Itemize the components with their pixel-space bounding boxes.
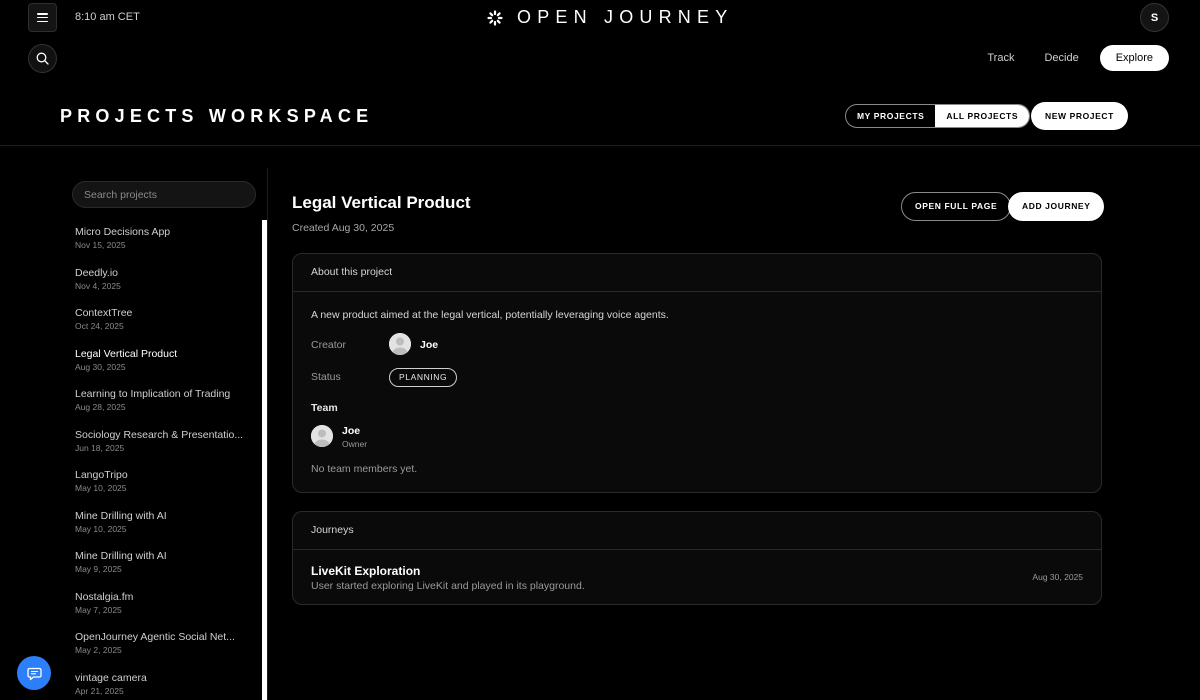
project-date: Nov 15, 2025 bbox=[75, 240, 126, 250]
project-name: Sociology Research & Presentatio... bbox=[75, 428, 244, 441]
add-journey-button[interactable]: ADD JOURNEY bbox=[1008, 192, 1105, 221]
journeys-card-heading: Journeys bbox=[293, 512, 1101, 550]
project-list-item[interactable]: Mine Drilling with AI May 10, 2025 bbox=[75, 510, 255, 551]
project-name: ContextTree bbox=[75, 307, 133, 319]
user-silhouette-icon bbox=[311, 425, 333, 447]
user-avatar-button[interactable]: S bbox=[1140, 3, 1169, 32]
team-label: Team bbox=[311, 402, 338, 414]
creator-label: Creator bbox=[311, 339, 347, 351]
project-filter-toggle: MY PROJECTS ALL PROJECTS bbox=[845, 104, 1031, 128]
journeys-card: Journeys LiveKit Exploration User starte… bbox=[292, 511, 1102, 605]
project-date: Aug 28, 2025 bbox=[75, 402, 126, 412]
project-date: May 7, 2025 bbox=[75, 604, 122, 615]
project-list-item[interactable]: Mine Drilling with AI May 9, 2025 bbox=[75, 550, 255, 591]
chat-bubble-icon bbox=[26, 667, 42, 680]
project-date: Aug 30, 2025 bbox=[75, 361, 126, 372]
about-card-heading: About this project bbox=[293, 254, 1101, 292]
project-list-item[interactable]: Micro Decisions App Nov 15, 2025 bbox=[75, 226, 255, 267]
user-silhouette-icon bbox=[389, 333, 411, 355]
page-title: PROJECTS WORKSPACE bbox=[60, 106, 374, 126]
nav-track[interactable]: Track bbox=[972, 45, 1029, 71]
chat-button[interactable] bbox=[17, 656, 51, 690]
menu-button[interactable] bbox=[28, 3, 57, 32]
journey-title: LiveKit Exploration bbox=[311, 564, 421, 578]
team-member-avatar bbox=[311, 425, 333, 447]
status-badge: PLANNING bbox=[389, 368, 458, 387]
header-divider bbox=[0, 145, 1200, 146]
project-name: OpenJourney Agentic Social Net... bbox=[75, 631, 235, 643]
team-member-role: Owner bbox=[342, 439, 368, 449]
project-list-item[interactable]: vintage camera Apr 21, 2025 bbox=[75, 672, 255, 700]
brand-logo[interactable]: OPEN JOURNEY bbox=[487, 7, 733, 28]
project-list: Micro Decisions App Nov 15, 2025 Deedly.… bbox=[75, 226, 255, 700]
project-date: Nov 4, 2025 bbox=[75, 280, 121, 291]
project-list-item[interactable]: ContextTree Oct 24, 2025 bbox=[75, 307, 255, 348]
about-project-card: About this project A new product aimed a… bbox=[292, 253, 1102, 493]
project-date: Oct 24, 2025 bbox=[75, 321, 124, 331]
project-description: A new product aimed at the legal vertica… bbox=[311, 309, 669, 321]
sun-burst-icon bbox=[487, 9, 503, 26]
project-name: Deedly.io bbox=[75, 266, 118, 279]
project-date: May 10, 2025 bbox=[75, 523, 127, 534]
project-date: May 2, 2025 bbox=[75, 645, 122, 655]
journey-description: User started exploring LiveKit and playe… bbox=[311, 580, 585, 592]
clock-text: 8:10 am CET bbox=[75, 11, 140, 23]
search-button[interactable] bbox=[28, 44, 57, 73]
project-list-item-active[interactable]: Legal Vertical Product Aug 30, 2025 bbox=[75, 348, 255, 389]
project-name: LangoTripo bbox=[75, 469, 128, 481]
project-name: vintage camera bbox=[75, 671, 147, 684]
project-date: May 10, 2025 bbox=[75, 483, 127, 493]
brand-name: OPEN JOURNEY bbox=[517, 7, 734, 27]
project-list-item[interactable]: Learning to Implication of Trading Aug 2… bbox=[75, 388, 255, 429]
tab-my-projects[interactable]: MY PROJECTS bbox=[846, 105, 935, 127]
search-icon bbox=[36, 52, 49, 65]
project-search-input[interactable] bbox=[72, 181, 256, 208]
project-date: Apr 21, 2025 bbox=[75, 685, 124, 696]
creator-avatar bbox=[389, 333, 411, 355]
open-full-page-button[interactable]: OPEN FULL PAGE bbox=[901, 192, 1012, 221]
project-created-date: Created Aug 30, 2025 bbox=[292, 222, 395, 234]
new-project-button[interactable]: NEW PROJECT bbox=[1031, 102, 1128, 130]
team-member-name: Joe bbox=[342, 425, 361, 437]
sidebar-divider bbox=[267, 168, 268, 700]
top-nav: Track Decide Explore bbox=[972, 45, 1169, 71]
tab-all-projects[interactable]: ALL PROJECTS bbox=[935, 105, 1030, 127]
project-list-item[interactable]: Deedly.io Nov 4, 2025 bbox=[75, 267, 255, 308]
no-team-message: No team members yet. bbox=[311, 463, 418, 475]
project-title: Legal Vertical Product bbox=[292, 193, 471, 212]
project-list-item[interactable]: Sociology Research & Presentatio... Jun … bbox=[75, 429, 255, 470]
project-name: Mine Drilling with AI bbox=[75, 550, 167, 562]
project-name: Learning to Implication of Trading bbox=[75, 388, 231, 400]
hamburger-icon bbox=[37, 13, 48, 22]
creator-name: Joe bbox=[420, 339, 439, 351]
project-date: Jun 18, 2025 bbox=[75, 442, 125, 453]
project-date: May 9, 2025 bbox=[75, 564, 122, 574]
project-name: Micro Decisions App bbox=[75, 226, 171, 238]
project-list-item[interactable]: Nostalgia.fm May 7, 2025 bbox=[75, 591, 255, 632]
project-name: Legal Vertical Product bbox=[75, 347, 178, 360]
project-list-item[interactable]: LangoTripo May 10, 2025 bbox=[75, 469, 255, 510]
project-name: Nostalgia.fm bbox=[75, 590, 134, 603]
project-list-item[interactable]: OpenJourney Agentic Social Net... May 2,… bbox=[75, 631, 255, 672]
project-name: Mine Drilling with AI bbox=[75, 509, 167, 522]
journey-date: Aug 30, 2025 bbox=[1032, 572, 1083, 582]
status-label: Status bbox=[311, 371, 341, 383]
nav-decide[interactable]: Decide bbox=[1029, 45, 1093, 71]
nav-explore[interactable]: Explore bbox=[1099, 45, 1169, 71]
